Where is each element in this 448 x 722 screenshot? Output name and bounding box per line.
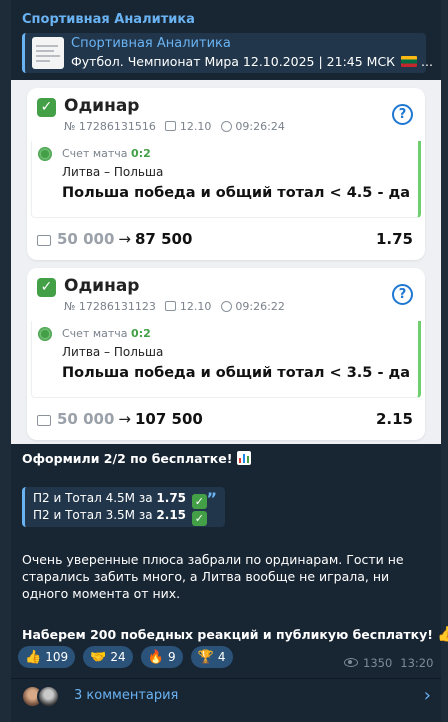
message-time: 13:20 bbox=[400, 656, 434, 670]
chevron-right-icon: › bbox=[423, 685, 431, 706]
bet-selection: Польша победа и общий тотал < 3.5 - да bbox=[62, 365, 411, 381]
lithuania-flag-icon bbox=[401, 56, 418, 67]
fire-icon: 🔥 bbox=[147, 650, 164, 665]
clock-icon bbox=[220, 301, 232, 312]
reactions-bar: 👍 109 🤝 24 🔥 9 🏆 4 bbox=[18, 646, 236, 670]
wallet-icon bbox=[37, 415, 51, 426]
wallet-icon bbox=[37, 235, 51, 246]
bet-card: ✓ Одинар № 17286131516 12.10 09:26:24 ? … bbox=[27, 88, 425, 260]
bet-type: Одинар bbox=[64, 96, 140, 116]
quote-line: П2 и Тотал 4.5М за 1.75 ✓ bbox=[33, 491, 207, 509]
bet-details: Счет матча 0:2 Литва – Польша Польша поб… bbox=[31, 141, 421, 218]
reply-text: Футбол. Чемпионат Мира 12.10.2025 | 21:4… bbox=[71, 54, 433, 69]
message-info: 1350 13:20 bbox=[344, 656, 433, 670]
comments-label: 3 комментария bbox=[74, 688, 179, 703]
view-count: 1350 bbox=[363, 656, 393, 670]
handshake-icon: 🤝 bbox=[90, 650, 107, 665]
channel-author[interactable]: Спортивная Аналитика bbox=[22, 12, 195, 27]
match-teams: Литва – Польша bbox=[62, 345, 164, 359]
avatar bbox=[37, 685, 60, 708]
bet-odds: 2.15 bbox=[375, 410, 413, 428]
bet-type: Одинар bbox=[64, 276, 140, 296]
bet-meta: № 17286131123 12.10 09:26:22 bbox=[64, 300, 285, 313]
calendar-icon bbox=[165, 121, 177, 131]
bet-card: ✓ Одинар № 17286131123 12.10 09:26:22 ? … bbox=[27, 268, 425, 440]
quote-block: П2 и Тотал 4.5М за 1.75 ✓ П2 и Тотал 3.5… bbox=[22, 487, 225, 527]
chart-icon bbox=[236, 451, 251, 465]
football-icon bbox=[38, 327, 52, 341]
trophy-icon: 🏆 bbox=[197, 650, 214, 665]
bet-meta: № 17286131516 12.10 09:26:24 bbox=[64, 120, 285, 133]
reaction-fire[interactable]: 🔥 9 bbox=[140, 646, 183, 668]
bet-amounts: 50 000 → 107 500 bbox=[57, 410, 203, 428]
reaction-trophy[interactable]: 🏆 4 bbox=[190, 646, 233, 668]
help-icon: ? bbox=[392, 284, 413, 305]
reply-thumbnail bbox=[32, 37, 64, 69]
bet-amounts: 50 000 → 87 500 bbox=[57, 230, 193, 248]
match-score: Счет матча 0:2 bbox=[62, 327, 151, 340]
match-teams: Литва – Польша bbox=[62, 165, 164, 179]
bet-odds: 1.75 bbox=[375, 230, 413, 248]
help-icon: ? bbox=[392, 104, 413, 125]
reply-preview[interactable]: Спортивная Аналитика Футбол. Чемпионат М… bbox=[22, 33, 433, 73]
reply-title: Спортивная Аналитика bbox=[71, 36, 231, 51]
check-mark-icon: ✓ bbox=[191, 494, 207, 509]
bet-selection: Польша победа и общий тотал < 4.5 - да bbox=[62, 185, 411, 201]
match-score: Счет матча 0:2 bbox=[62, 147, 151, 160]
caption-title: Оформили 2/2 по бесплатке! bbox=[22, 451, 251, 466]
football-icon bbox=[38, 147, 52, 161]
comments-button[interactable]: 3 комментария › bbox=[11, 679, 441, 715]
check-icon: ✓ bbox=[37, 98, 56, 117]
bet-details: Счет матча 0:2 Литва – Польша Польша поб… bbox=[31, 321, 421, 398]
thumbs-up-icon: 👍 bbox=[25, 650, 42, 665]
quote-line: П2 и Тотал 3.5М за 2.15 ✓ bbox=[33, 508, 207, 526]
call-to-action: Наберем 200 победных реакций и публикую … bbox=[22, 625, 448, 643]
quote-icon: ” bbox=[206, 489, 217, 508]
reaction-thumbs-up[interactable]: 👍 109 bbox=[18, 646, 76, 668]
check-mark-icon: ✓ bbox=[191, 511, 207, 526]
message-paragraph: Очень уверенные плюса забрали по ординар… bbox=[22, 552, 404, 601]
calendar-icon bbox=[165, 301, 177, 311]
clock-icon bbox=[220, 121, 232, 132]
eye-icon bbox=[344, 658, 358, 667]
reaction-handshake[interactable]: 🤝 24 bbox=[83, 646, 133, 668]
bet-screenshot[interactable]: ✓ Одинар № 17286131516 12.10 09:26:24 ? … bbox=[11, 80, 441, 444]
check-icon: ✓ bbox=[37, 278, 56, 297]
thumbs-up-icon: 👍 bbox=[437, 625, 448, 643]
